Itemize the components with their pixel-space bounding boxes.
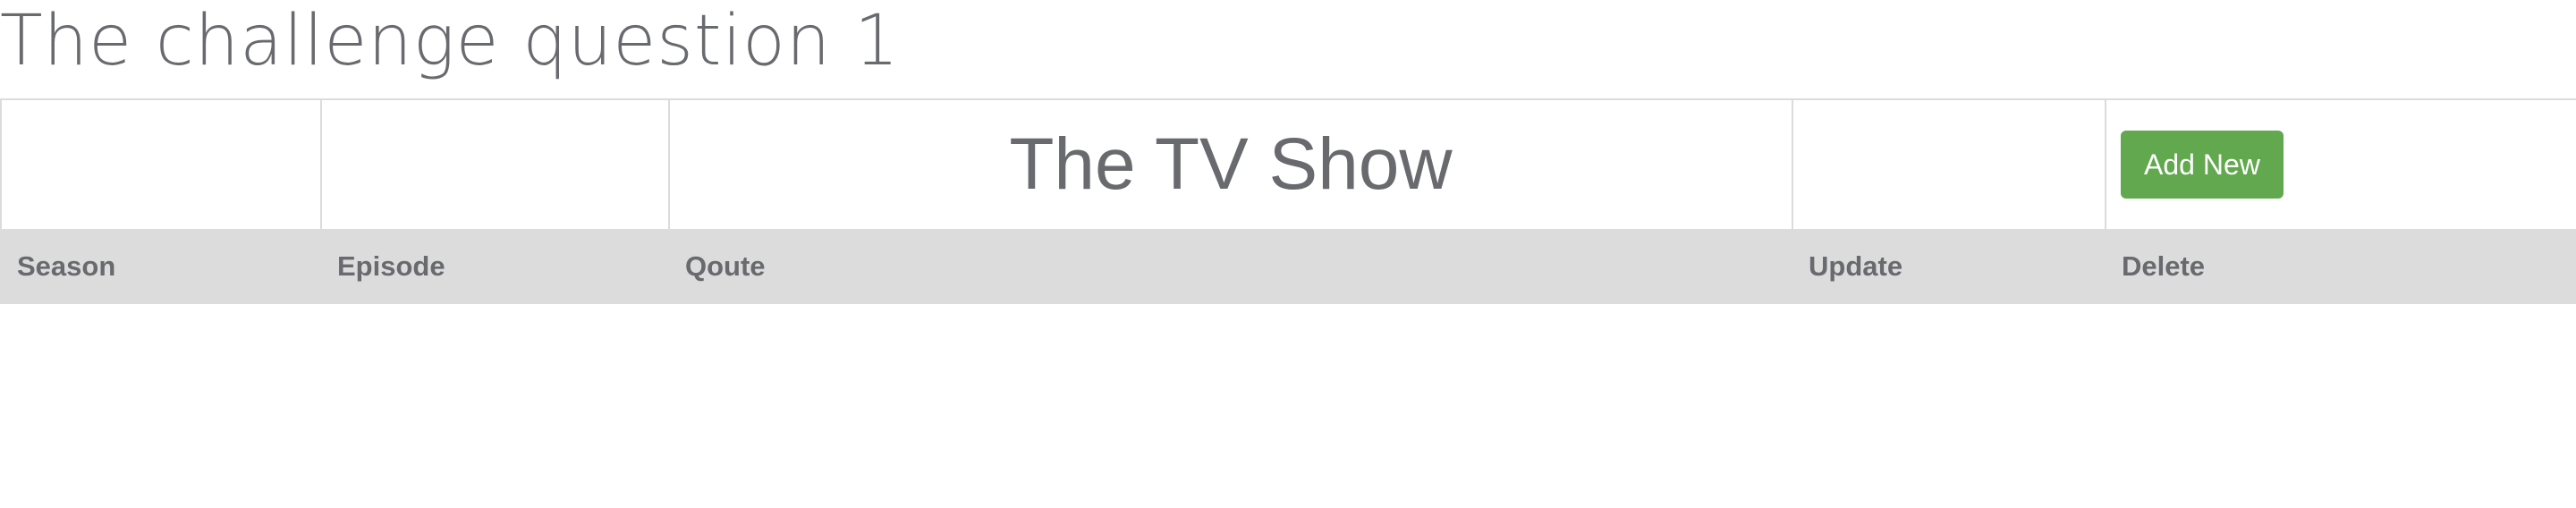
column-header-update: Update [1792,229,2106,304]
column-header-delete: Delete [2105,229,2576,304]
table-heading: The TV Show [1009,123,1453,205]
tv-show-table: The TV Show Add New Season Episode Qoute… [0,98,2576,304]
column-header-season: Season [0,229,322,304]
empty-cell-season [0,98,322,231]
empty-cell-episode [320,98,670,231]
page-title: The challenge question 1 [0,1,900,81]
empty-cell-update [1792,98,2106,231]
table-title-row: The TV Show Add New [0,98,2576,231]
column-header-episode: Episode [320,229,670,304]
add-new-cell: Add New [2105,98,2576,231]
table-header-row: Season Episode Qoute Update Delete [0,229,2576,304]
column-header-quote: Qoute [668,229,1793,304]
add-new-button[interactable]: Add New [2121,131,2284,199]
table-heading-cell: The TV Show [668,98,1793,231]
